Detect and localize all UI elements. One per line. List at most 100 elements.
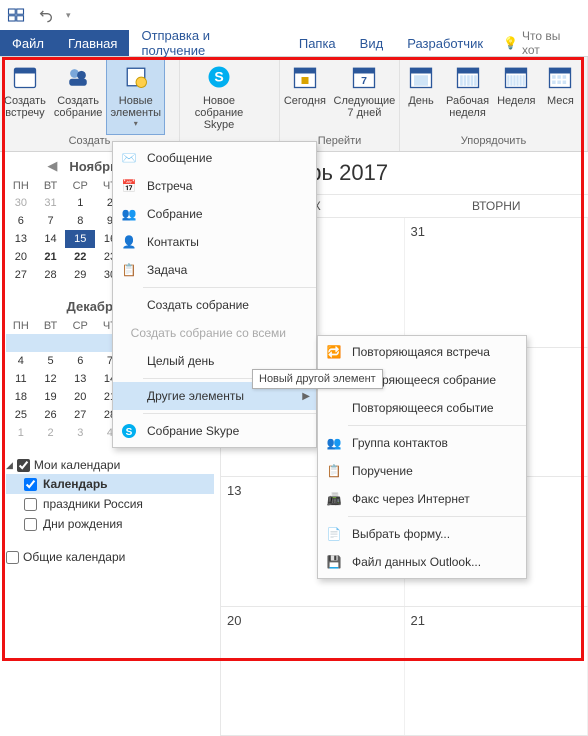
task-icon: 📋 bbox=[119, 260, 139, 280]
minical-day[interactable]: 27 bbox=[65, 406, 95, 424]
minical-day[interactable]: 5 bbox=[36, 352, 66, 370]
calendar-module-icon[interactable] bbox=[6, 5, 26, 25]
minical-day[interactable]: 2 bbox=[36, 424, 66, 442]
submenu-recurring-meeting[interactable]: 🔁Повторяющаяся встреча bbox=[318, 338, 526, 366]
minical-day[interactable]: 30 bbox=[6, 194, 36, 212]
submenu-outlook-data[interactable]: 💾Файл данных Outlook... bbox=[318, 548, 526, 576]
menu-meeting[interactable]: 📅Встреча bbox=[113, 172, 316, 200]
tab-file[interactable]: Файл bbox=[0, 30, 56, 56]
menu-create-gathering-all: Создать собрание со всеми bbox=[113, 319, 316, 347]
birthdays-checkbox[interactable] bbox=[24, 518, 37, 531]
minical-day[interactable]: 1 bbox=[65, 194, 95, 212]
birthdays-item[interactable]: Дни рождения bbox=[6, 514, 214, 534]
month-view-button[interactable]: Меся bbox=[539, 57, 581, 135]
minical-day[interactable]: 14 bbox=[36, 230, 66, 248]
minical-day[interactable]: 6 bbox=[65, 352, 95, 370]
minical-day[interactable]: 15 bbox=[65, 230, 95, 248]
tab-view[interactable]: Вид bbox=[348, 30, 396, 56]
minical-day[interactable]: 18 bbox=[6, 388, 36, 406]
tab-send-receive[interactable]: Отправка и получение bbox=[129, 30, 286, 56]
ribbon: Создать встречу Создать собрание Новые э… bbox=[0, 57, 588, 152]
minical-day[interactable]: 28 bbox=[36, 266, 66, 284]
tell-me[interactable]: 💡 Что вы хот bbox=[495, 30, 588, 56]
menu-gathering[interactable]: 👥Собрание bbox=[113, 200, 316, 228]
menu-separator bbox=[348, 425, 526, 426]
new-items-button[interactable]: Новые элементы ▾ bbox=[106, 57, 165, 135]
minical-day[interactable]: 21 bbox=[36, 248, 66, 266]
menu-create-gathering[interactable]: Создать собрание bbox=[113, 291, 316, 319]
submenu-contact-group[interactable]: 👥Группа контактов bbox=[318, 429, 526, 457]
minical-day[interactable]: 20 bbox=[6, 248, 36, 266]
menu-task[interactable]: 📋Задача bbox=[113, 256, 316, 284]
chevron-down-icon: ▾ bbox=[134, 119, 138, 128]
submenu-choose-form[interactable]: 📄Выбрать форму... bbox=[318, 520, 526, 548]
minical-day[interactable]: 31 bbox=[36, 194, 66, 212]
new-items-icon bbox=[120, 61, 152, 93]
contact-icon: 👤 bbox=[119, 232, 139, 252]
next-7-days-button[interactable]: 7 Следующие 7 дней bbox=[330, 57, 399, 135]
menu-separator bbox=[143, 413, 316, 414]
new-appointment-button[interactable]: Создать встречу bbox=[0, 57, 50, 135]
calendar-checkbox[interactable] bbox=[24, 478, 37, 491]
menu-contacts[interactable]: 👤Контакты bbox=[113, 228, 316, 256]
calendar-item[interactable]: Календарь bbox=[6, 474, 214, 494]
tab-home[interactable]: Главная bbox=[56, 30, 129, 56]
minical-day[interactable]: 29 bbox=[65, 266, 95, 284]
minical-day[interactable]: 25 bbox=[6, 406, 36, 424]
submenu-assignment[interactable]: 📋Поручение bbox=[318, 457, 526, 485]
calendar-icon: 📅 bbox=[119, 176, 139, 196]
qat-dropdown-icon[interactable]: ▾ bbox=[66, 10, 71, 21]
skype-icon: S bbox=[119, 421, 139, 441]
recurring-meeting-icon: 🔁 bbox=[324, 342, 344, 362]
new-items-menu: ✉️Сообщение 📅Встреча 👥Собрание 👤Контакты… bbox=[112, 141, 317, 448]
week-icon bbox=[500, 61, 532, 93]
tab-folder[interactable]: Папка bbox=[287, 30, 348, 56]
holidays-checkbox[interactable] bbox=[24, 498, 37, 511]
minical-day[interactable]: 19 bbox=[36, 388, 66, 406]
week-view-button[interactable]: Неделя bbox=[493, 57, 539, 135]
day-cell[interactable]: 31 bbox=[405, 218, 588, 347]
appointment-icon bbox=[9, 61, 41, 93]
group-icon: 👥 bbox=[324, 433, 344, 453]
minical-day[interactable]: 27 bbox=[6, 266, 36, 284]
submenu-recurring-event[interactable]: Повторяющееся событие bbox=[318, 394, 526, 422]
minical-day[interactable]: 13 bbox=[65, 370, 95, 388]
day-view-button[interactable]: День bbox=[400, 57, 442, 135]
holidays-item[interactable]: праздники Россия bbox=[6, 494, 214, 514]
minical-day[interactable] bbox=[6, 334, 36, 352]
prev-month-icon[interactable]: ◀ bbox=[43, 158, 61, 174]
new-meeting-button[interactable]: Создать собрание bbox=[50, 57, 107, 135]
datafile-icon: 💾 bbox=[324, 552, 344, 572]
menu-message[interactable]: ✉️Сообщение bbox=[113, 144, 316, 172]
tab-developer[interactable]: Разработчик bbox=[395, 30, 495, 56]
skype-icon: S bbox=[203, 61, 235, 93]
day-cell[interactable]: 21 bbox=[405, 607, 588, 736]
new-skype-meeting-button[interactable]: S Новое собрание Skype bbox=[180, 57, 258, 135]
work-week-button[interactable]: Рабочая неделя bbox=[442, 57, 493, 135]
shared-checkbox[interactable] bbox=[6, 551, 19, 564]
minical-day[interactable]: 3 bbox=[65, 424, 95, 442]
minical-day[interactable]: 7 bbox=[36, 212, 66, 230]
minical-day[interactable]: 4 bbox=[6, 352, 36, 370]
shared-calendars-group[interactable]: Общие календари bbox=[6, 548, 214, 566]
my-calendars-checkbox[interactable] bbox=[17, 459, 30, 472]
my-calendars-group[interactable]: ◢ Мои календари bbox=[6, 456, 214, 474]
minical-day[interactable]: 12 bbox=[36, 370, 66, 388]
minical-day[interactable]: 22 bbox=[65, 248, 95, 266]
minical-day[interactable]: 20 bbox=[65, 388, 95, 406]
lightbulb-icon: 💡 bbox=[503, 36, 518, 50]
mail-icon: ✉️ bbox=[119, 148, 139, 168]
minical-day[interactable] bbox=[36, 334, 66, 352]
minical-day[interactable]: 1 bbox=[6, 424, 36, 442]
minical-day[interactable]: 8 bbox=[65, 212, 95, 230]
minical-day[interactable]: 11 bbox=[6, 370, 36, 388]
minical-day[interactable]: 13 bbox=[6, 230, 36, 248]
submenu-fax[interactable]: 📠Факс через Интернет bbox=[318, 485, 526, 513]
today-button[interactable]: Сегодня bbox=[280, 57, 330, 135]
minical-day[interactable]: 6 bbox=[6, 212, 36, 230]
day-cell[interactable]: 20 bbox=[221, 607, 405, 736]
minical-day[interactable] bbox=[65, 334, 95, 352]
menu-skype[interactable]: SСобрание Skype bbox=[113, 417, 316, 445]
undo-icon[interactable] bbox=[36, 5, 56, 25]
minical-day[interactable]: 26 bbox=[36, 406, 66, 424]
